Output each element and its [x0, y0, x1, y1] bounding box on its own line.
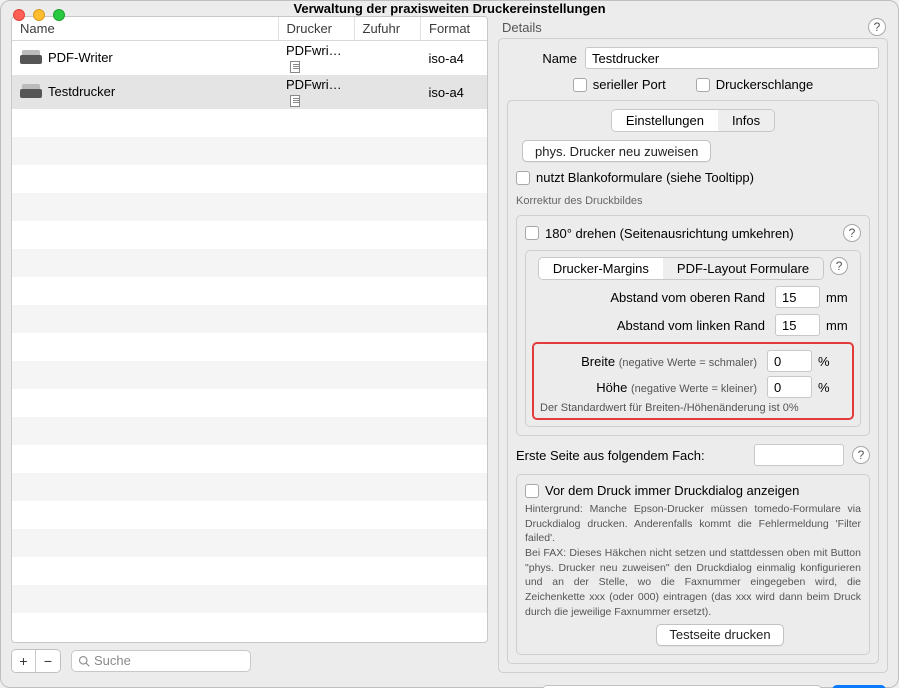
first-page-field[interactable] [754, 444, 844, 466]
tab-drucker-margins[interactable]: Drucker-Margins [539, 258, 663, 279]
unit-mm: mm [826, 290, 854, 305]
printer-icon [20, 50, 42, 66]
tab-pdf-layout[interactable]: PDF-Layout Formulare [663, 258, 823, 279]
details-header: Details [502, 20, 542, 35]
hoehe-hint: (negative Werte = kleiner) [631, 383, 757, 395]
always-dialog-checkbox[interactable]: Vor dem Druck immer Druckdialog anzeigen [525, 483, 861, 498]
window-title: Verwaltung der praxisweiten Druckereinst… [11, 1, 888, 16]
col-drucker[interactable]: Drucker [278, 17, 354, 41]
details-pane: Details ? Name serieller Port Druckersch… [498, 16, 888, 673]
korrektur-title: Korrektur des Druckbildes [516, 195, 870, 207]
margin-tabs: Drucker-Margins PDF-Layout Formulare [538, 257, 824, 280]
table-row[interactable]: Testdrucker PDFwri… iso-a4 [12, 75, 487, 109]
col-format[interactable]: Format [421, 17, 488, 41]
top-margin-label: Abstand vom oberen Rand [532, 290, 769, 305]
breite-field[interactable] [767, 350, 812, 372]
search-icon [78, 655, 90, 667]
left-margin-label: Abstand vom linken Rand [532, 318, 769, 333]
row-name: Testdrucker [48, 84, 115, 99]
tab-einstellungen[interactable]: Einstellungen [612, 110, 718, 131]
titlebar: Verwaltung der praxisweiten Druckereinst… [1, 1, 898, 16]
page-icon [290, 95, 300, 107]
help-rotate[interactable]: ? [843, 224, 861, 242]
help-button[interactable]: ? [868, 18, 886, 36]
unit-pct: % [818, 354, 846, 369]
phys-drucker-button[interactable]: phys. Drucker neu zuweisen [522, 140, 711, 162]
traffic-lights [13, 9, 65, 21]
name-field[interactable] [585, 47, 879, 69]
add-button[interactable]: + [12, 650, 36, 672]
hoehe-label: Höhe [596, 380, 627, 395]
serial-port-checkbox[interactable]: serieller Port [573, 77, 666, 92]
row-format: iso-a4 [421, 75, 488, 109]
unit-pct: % [818, 380, 846, 395]
table-row[interactable]: PDF-Writer PDFwri… iso-a4 [12, 41, 487, 76]
breite-label: Breite [581, 354, 615, 369]
row-drucker: PDFwri… [286, 43, 342, 58]
row-format: iso-a4 [421, 41, 488, 76]
unit-mm: mm [826, 318, 854, 333]
testseite-button[interactable]: Testseite drucken [656, 624, 783, 646]
druckerschlange-checkbox[interactable]: Druckerschlange [696, 77, 814, 92]
row-zufuhr [354, 41, 421, 76]
add-remove-segment: + − [11, 649, 61, 673]
std-hint: Der Standardwert für Breiten-/Höhenänder… [540, 402, 846, 414]
row-name: PDF-Writer [48, 50, 113, 65]
printer-list-pane: Name Drucker Zufuhr Format PDF-Writer PD… [11, 16, 488, 673]
size-correction-box: Breite (negative Werte = schmaler) % Höh… [532, 342, 854, 420]
search-placeholder: Suche [94, 653, 131, 668]
ok-button[interactable]: OK [832, 685, 886, 688]
row-zufuhr [354, 75, 421, 109]
printer-icon [20, 84, 42, 100]
name-label: Name [507, 51, 577, 66]
help-margins[interactable]: ? [830, 257, 848, 275]
main-tabs: Einstellungen Infos [611, 109, 775, 132]
minimize-icon[interactable] [33, 9, 45, 21]
druckprofile-button[interactable]: Druckprofile praxisweit konfigurieren… [542, 685, 822, 688]
search-input[interactable]: Suche [71, 650, 251, 672]
close-icon[interactable] [13, 9, 25, 21]
zoom-icon[interactable] [53, 9, 65, 21]
breite-hint: (negative Werte = schmaler) [619, 357, 757, 369]
help-first-page[interactable]: ? [852, 446, 870, 464]
page-icon [290, 61, 300, 73]
first-page-label: Erste Seite aus folgendem Fach: [516, 448, 746, 463]
tab-infos[interactable]: Infos [718, 110, 774, 131]
top-margin-field[interactable] [775, 286, 820, 308]
remove-button[interactable]: − [36, 650, 60, 672]
printer-table[interactable]: Name Drucker Zufuhr Format PDF-Writer PD… [11, 16, 488, 643]
blanko-checkbox[interactable]: nutzt Blankoformulare (siehe Tooltipp) [516, 170, 870, 185]
hint-text: Hintergrund: Manche Epson-Drucker müssen… [525, 502, 861, 620]
left-margin-field[interactable] [775, 314, 820, 336]
col-zufuhr[interactable]: Zufuhr [354, 17, 421, 41]
row-drucker: PDFwri… [286, 77, 342, 92]
rotate-checkbox[interactable]: 180° drehen (Seitenausrichtung umkehren) [525, 226, 794, 241]
hoehe-field[interactable] [767, 376, 812, 398]
window: Verwaltung der praxisweiten Druckereinst… [0, 0, 899, 688]
